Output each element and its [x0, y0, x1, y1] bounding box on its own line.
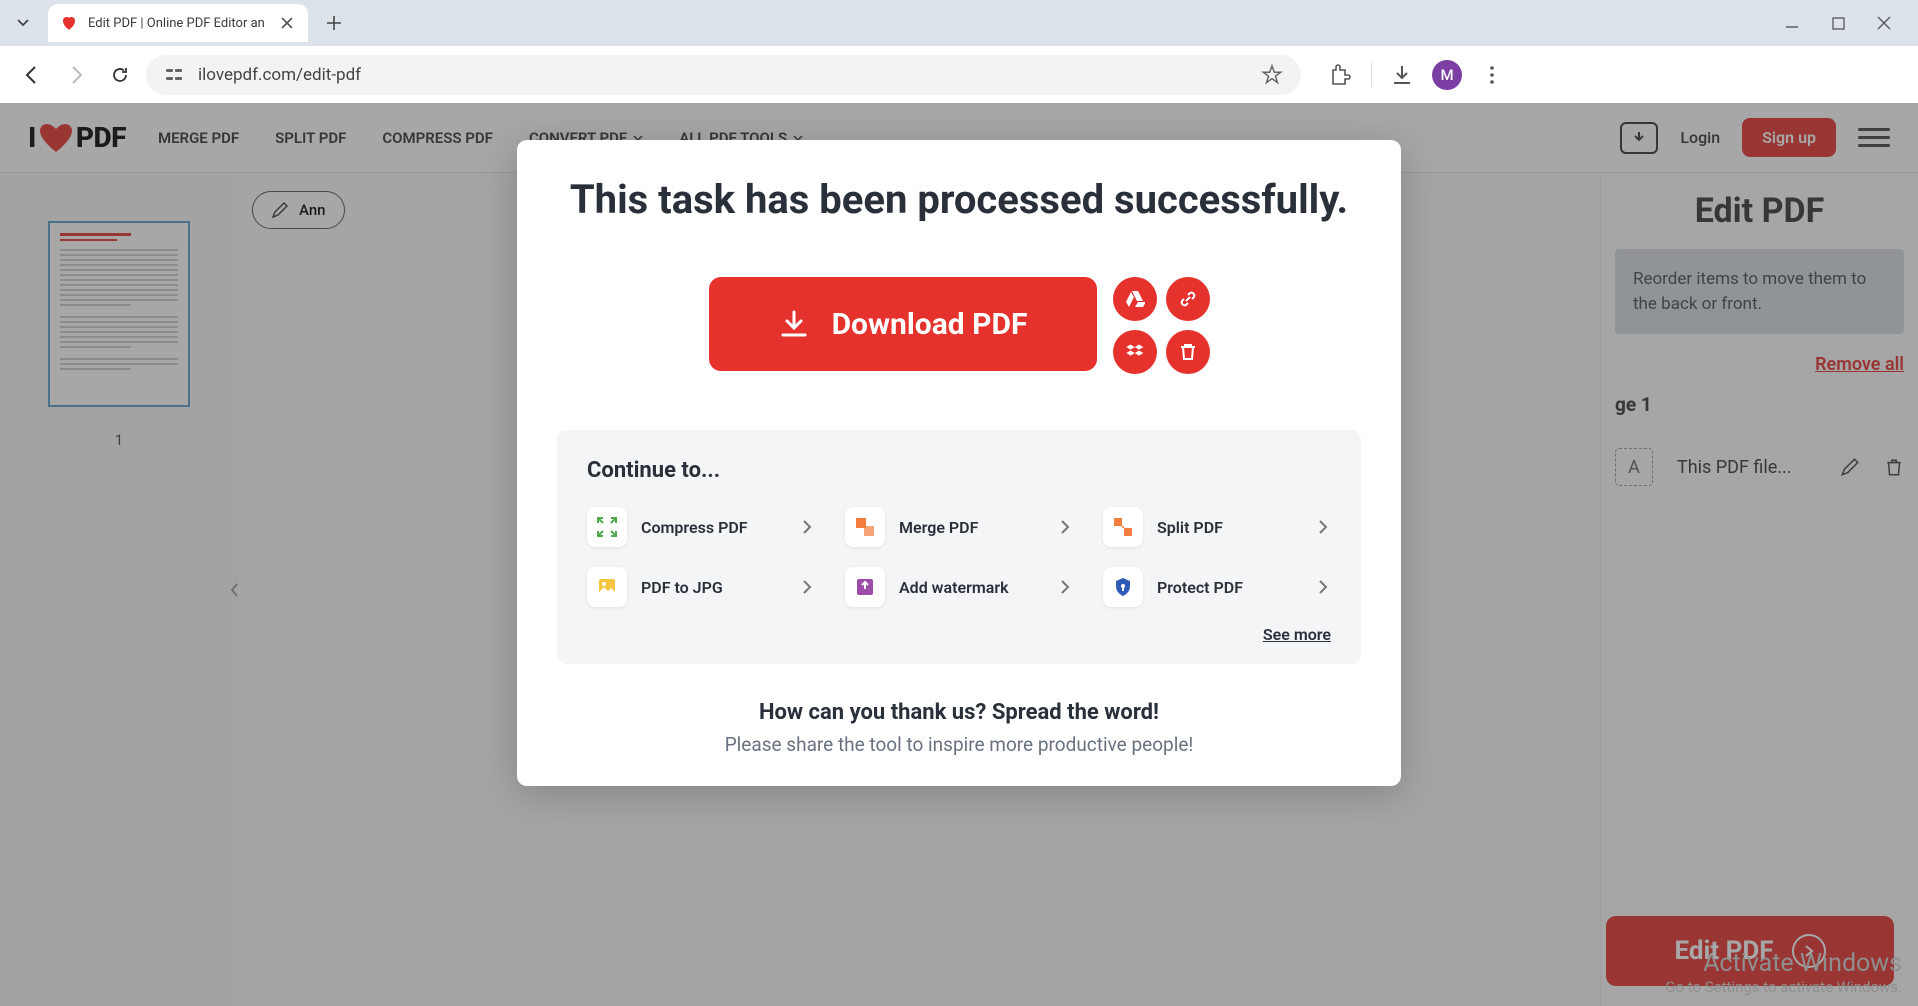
tool-protect-pdf[interactable]: Protect PDF [1103, 567, 1331, 607]
chevron-right-icon [799, 519, 815, 535]
tab-close-button[interactable] [278, 14, 296, 32]
merge-icon [854, 516, 876, 538]
download-row: Download PDF [557, 277, 1361, 374]
window-controls [1780, 11, 1918, 35]
thank-subtitle: Please share the tool to inspire more pr… [557, 733, 1361, 756]
tab-bar: Edit PDF | Online PDF Editor an [0, 0, 1918, 46]
tool-compress-pdf[interactable]: Compress PDF [587, 507, 815, 547]
chevron-right-icon [1057, 519, 1073, 535]
tab-title: Edit PDF | Online PDF Editor an [88, 16, 268, 31]
downloads-icon[interactable] [1390, 63, 1414, 87]
watermark-icon [854, 576, 876, 598]
site-settings-icon[interactable] [164, 65, 184, 85]
chevron-right-icon [1315, 579, 1331, 595]
new-tab-button[interactable] [318, 7, 350, 39]
tool-merge-pdf[interactable]: Merge PDF [845, 507, 1073, 547]
copy-link-button[interactable] [1166, 277, 1210, 321]
kebab-menu-icon[interactable] [1480, 63, 1504, 87]
split-icon [1112, 516, 1134, 538]
bookmark-star-icon[interactable] [1261, 64, 1283, 86]
tool-split-pdf[interactable]: Split PDF [1103, 507, 1331, 547]
profile-avatar[interactable]: M [1432, 60, 1462, 90]
maximize-button[interactable] [1826, 11, 1850, 35]
continue-title: Continue to... [587, 458, 1331, 483]
back-button[interactable] [14, 57, 50, 93]
thank-title: How can you thank us? Spread the word! [557, 700, 1361, 725]
chevron-right-icon [799, 579, 815, 595]
dropbox-icon [1125, 342, 1145, 362]
delete-file-button[interactable] [1166, 330, 1210, 374]
trash-icon [1178, 342, 1198, 362]
minimize-button[interactable] [1780, 11, 1804, 35]
tools-grid: Compress PDF Merge PDF Split PDF PDF to … [587, 507, 1331, 607]
see-more-link[interactable]: See more [587, 625, 1331, 644]
tab-search-dropdown[interactable] [8, 8, 38, 38]
extensions-icon[interactable] [1329, 63, 1353, 87]
address-row: ilovepdf.com/edit-pdf M [0, 46, 1918, 103]
close-window-button[interactable] [1872, 11, 1896, 35]
url-text: ilovepdf.com/edit-pdf [198, 65, 1247, 85]
modal-title: This task has been processed successfull… [557, 176, 1361, 223]
browser-chrome: Edit PDF | Online PDF Editor an ilovepdf… [0, 0, 1918, 103]
download-pdf-button[interactable]: Download PDF [709, 277, 1097, 371]
address-bar[interactable]: ilovepdf.com/edit-pdf [146, 55, 1301, 95]
continue-box: Continue to... Compress PDF Merge PDF Sp… [557, 430, 1361, 664]
image-icon [596, 576, 618, 598]
link-icon [1178, 289, 1198, 309]
save-drive-button[interactable] [1113, 277, 1157, 321]
success-modal: This task has been processed successfull… [517, 140, 1401, 786]
tool-pdf-to-jpg[interactable]: PDF to JPG [587, 567, 815, 607]
browser-tab[interactable]: Edit PDF | Online PDF Editor an [48, 4, 308, 42]
reload-button[interactable] [102, 57, 138, 93]
save-dropbox-button[interactable] [1113, 330, 1157, 374]
tool-add-watermark[interactable]: Add watermark [845, 567, 1073, 607]
compress-icon [596, 516, 618, 538]
share-buttons [1113, 277, 1210, 374]
chevron-right-icon [1315, 519, 1331, 535]
favicon-heart-icon [60, 14, 78, 32]
chevron-right-icon [1057, 579, 1073, 595]
shield-icon [1112, 576, 1134, 598]
toolbar-divider [1371, 63, 1372, 87]
download-icon [778, 308, 810, 340]
google-drive-icon [1125, 289, 1145, 309]
forward-button[interactable] [58, 57, 94, 93]
